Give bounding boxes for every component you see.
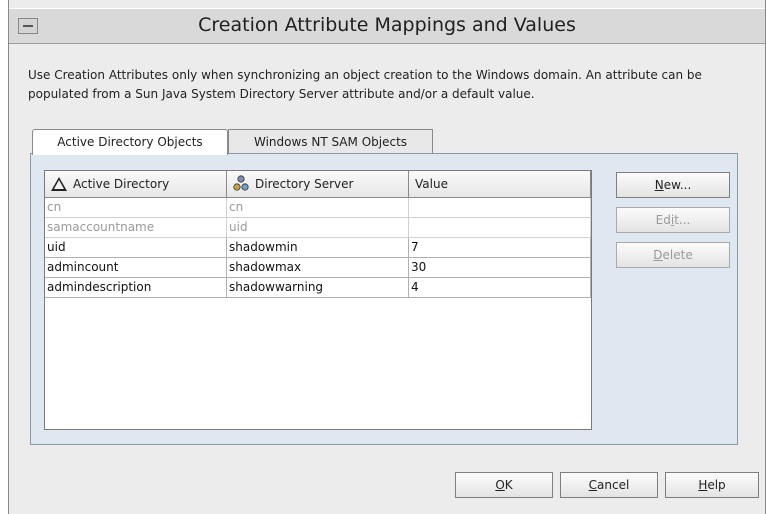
cell-value: 30 (409, 258, 591, 278)
mnemonic: C (588, 478, 598, 492)
sort-ascending-icon (51, 177, 67, 191)
cell-active-directory: admincount (45, 258, 227, 278)
edit-button[interactable]: Edit... (616, 207, 730, 233)
cell-directory-server: uid (227, 218, 409, 238)
cell-value: 4 (409, 278, 591, 298)
column-header-active-directory[interactable]: Active Directory (45, 171, 227, 198)
table-header: Active Directory Directory Server Value (45, 171, 591, 198)
button-label: t... (674, 213, 691, 227)
button-label: ew... (663, 178, 692, 192)
cell-value (409, 218, 591, 238)
table-row[interactable]: uid shadowmin 7 (45, 238, 591, 258)
cell-value: 7 (409, 238, 591, 258)
button-label: Ed (655, 213, 671, 227)
cell-active-directory: admindescription (45, 278, 227, 298)
help-button[interactable]: Help (665, 472, 759, 498)
cell-directory-server: shadowmin (227, 238, 409, 258)
column-label: Value (415, 176, 448, 191)
mnemonic: O (495, 478, 505, 492)
button-label: elete (662, 248, 693, 262)
cell-active-directory: uid (45, 238, 227, 258)
title-bar: Creation Attribute Mappings and Values (9, 8, 765, 44)
cell-directory-server: shadowwarning (227, 278, 409, 298)
cell-directory-server: cn (227, 198, 409, 218)
column-label: Directory Server (255, 176, 354, 191)
ok-button[interactable]: OK (455, 472, 553, 498)
mapping-table[interactable]: Active Directory Directory Server Value … (44, 170, 592, 430)
tab-active-directory-objects[interactable]: Active Directory Objects (32, 129, 228, 155)
column-label: Active Directory (73, 176, 170, 191)
cell-active-directory: cn (45, 198, 227, 218)
tab-windows-nt-sam-objects[interactable]: Windows NT SAM Objects (228, 129, 433, 153)
directory-server-icon (233, 175, 249, 191)
table-row[interactable]: cn cn (45, 198, 591, 218)
dialog-title: Creation Attribute Mappings and Values (198, 14, 576, 36)
delete-button[interactable]: Delete (616, 242, 730, 268)
column-header-directory-server[interactable]: Directory Server (227, 171, 409, 198)
table-row[interactable]: admindescription shadowwarning 4 (45, 278, 591, 298)
column-header-value[interactable]: Value (409, 171, 591, 198)
mnemonic: H (698, 478, 708, 492)
button-label: K (504, 478, 513, 492)
cell-value (409, 198, 591, 218)
button-label: elp (707, 478, 726, 492)
cell-active-directory: samaccountname (45, 218, 227, 238)
mnemonic: N (654, 178, 664, 192)
cancel-button[interactable]: Cancel (560, 472, 658, 498)
new-button[interactable]: New... (616, 172, 730, 198)
window-menu-icon[interactable] (18, 18, 38, 34)
table-row[interactable]: admincount shadowmax 30 (45, 258, 591, 278)
cell-directory-server: shadowmax (227, 258, 409, 278)
description-text: Use Creation Attributes only when synchr… (28, 68, 702, 101)
table-row[interactable]: samaccountname uid (45, 218, 591, 238)
button-label: ancel (597, 478, 630, 492)
mnemonic: D (653, 248, 663, 262)
